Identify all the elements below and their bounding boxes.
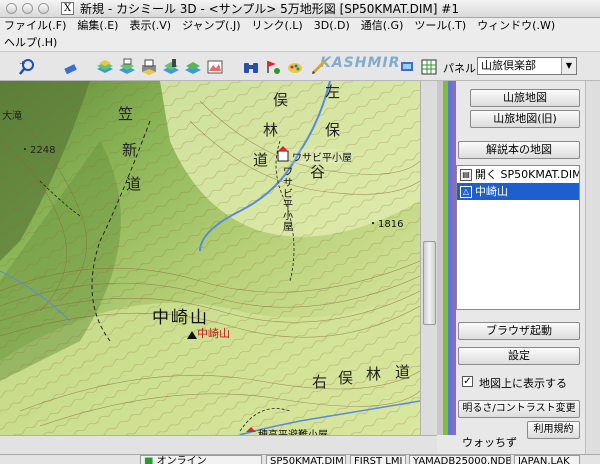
kashmir-watermark: KASHMIR	[320, 55, 401, 71]
map-list[interactable]: ▤ 開く SP50KMAT.DIM △ 中崎山	[456, 165, 580, 310]
paint-icon[interactable]	[286, 58, 304, 76]
menu-item[interactable]: 編集(.E)	[77, 18, 118, 34]
binoculars-icon[interactable]	[242, 58, 260, 76]
map-label: 左	[325, 83, 341, 101]
map-view[interactable]: 左 保 俣 林 道 谷 笠 新 道 大滝 ・2248 ワサビ平小屋 ワサビ平小屋…	[0, 81, 420, 435]
menu-item[interactable]: ツール(.T)	[414, 18, 466, 34]
map-label: 道	[253, 151, 269, 169]
status-file: SP50KMAT.DIM	[266, 455, 346, 464]
list-item[interactable]: △ 中崎山	[457, 183, 579, 200]
title-bar: X 新規 - カシミール 3D - <サンプル> 5万地形図 [SP50KMAT…	[0, 0, 600, 18]
panel-select[interactable]: 山旅倶楽部 ▼	[477, 57, 577, 75]
topographic-map	[0, 81, 420, 435]
sanryo-map-old-button[interactable]: 山旅地図(旧)	[470, 110, 580, 128]
menu-item[interactable]: 表示(.V)	[129, 18, 171, 34]
mountain-icon: △	[460, 185, 472, 198]
toolbar: KASHMIR + パネル 山旅倶楽部 ▼	[0, 53, 600, 81]
map-label: 俣	[338, 369, 354, 387]
settings-button[interactable]: 設定	[458, 347, 580, 365]
status-online: ■ オンライン	[140, 455, 262, 464]
layers-icon[interactable]	[96, 58, 114, 76]
map-label: 新	[122, 141, 138, 159]
svg-text:+: +	[19, 59, 26, 68]
online-icon: ■	[144, 456, 157, 464]
sanryo-map-button[interactable]: 山旅地図	[470, 89, 580, 107]
print-icon[interactable]	[140, 58, 158, 76]
menu-item[interactable]: ヘルプ(.H)	[4, 35, 57, 51]
map-label: 道	[126, 175, 142, 193]
elevation-label: ・2248	[20, 145, 56, 156]
gps-icon[interactable]	[398, 58, 416, 76]
window-title: 新規 - カシミール 3D - <サンプル> 5万地形図 [SP50KMAT.D…	[80, 2, 459, 16]
menu-item[interactable]: ファイル(.F)	[4, 18, 66, 34]
hut-label: ワサビ平小屋	[292, 149, 352, 164]
list-item[interactable]: ▤ 開く SP50KMAT.DIM	[457, 166, 579, 183]
peak-label-red: 中崎山	[197, 327, 230, 340]
list-item-label: 中崎山	[475, 185, 508, 198]
status-online-text: オンライン	[156, 456, 207, 464]
hut-label: 穂高平避難小屋	[258, 426, 328, 435]
map-label: 笠	[118, 105, 134, 123]
scrollbar-thumb[interactable]	[423, 241, 436, 325]
browser-launch-button[interactable]: ブラウザ起動	[458, 322, 580, 340]
guide-map-button[interactable]: 解説本の地図	[458, 141, 580, 159]
app-icon: X	[61, 2, 74, 15]
grid-icon[interactable]	[420, 58, 438, 76]
map-label: 谷	[310, 163, 326, 181]
map-label: 右	[312, 373, 328, 391]
zoom-window-button[interactable]	[38, 3, 49, 14]
map-vertical-scrollbar[interactable]	[420, 81, 437, 435]
map-color-icon[interactable]	[184, 58, 202, 76]
panel-label: パネル	[443, 62, 476, 75]
layers-print-icon[interactable]	[118, 58, 136, 76]
show-on-map-checkbox[interactable]: ✓	[462, 376, 473, 387]
panel-select-value: 山旅倶楽部	[481, 59, 536, 72]
elevation-label: ・1816	[368, 219, 404, 230]
map-label: 道	[395, 363, 411, 381]
menu-item[interactable]: 通信(.G)	[361, 18, 404, 34]
list-item-label: 開く SP50KMAT.DIM	[475, 168, 579, 181]
menu-item[interactable]: ジャンプ(.J)	[182, 18, 240, 34]
map-label: 保	[325, 121, 341, 139]
terrain-color-icon[interactable]	[206, 58, 224, 76]
menu-item[interactable]: 3D(.D)	[314, 18, 350, 34]
brightness-contrast-button[interactable]: 明るさ/コントラスト変更	[458, 400, 580, 418]
map-label: 大滝	[2, 111, 22, 122]
layer-edit-icon[interactable]	[162, 58, 180, 76]
minimize-window-button[interactable]	[22, 3, 33, 14]
map-label: 林	[366, 365, 382, 383]
folder-icon: ▤	[460, 168, 472, 181]
watch-label: ウォッちず	[462, 436, 517, 449]
status-layer: FIRST LMI	[350, 455, 406, 464]
chevron-down-icon: ▼	[561, 58, 576, 74]
menu-bar: ファイル(.F) 編集(.E) 表示(.V) ジャンプ(.J) リンク(.L) 3D(.D…	[0, 18, 600, 52]
menu-item[interactable]: リンク(.L)	[252, 18, 303, 34]
menu-item[interactable]: ウィンドウ(.W)	[477, 18, 555, 34]
hut-label-vertical: ワサビ平小屋	[283, 167, 293, 233]
pencil-icon[interactable]	[310, 58, 328, 76]
status-region: JAPAN.LAK	[514, 455, 580, 464]
map-horizontal-scrollbar[interactable]	[0, 435, 437, 454]
status-dataset: YAMADB25000.NDB	[409, 455, 511, 464]
show-on-map-label: 地図上に表示する	[479, 377, 567, 390]
terms-button[interactable]: 利用規約	[527, 421, 580, 439]
map-label: 俣	[273, 91, 289, 109]
panel-scrollbar[interactable]	[585, 81, 600, 464]
marker-icon[interactable]	[264, 58, 282, 76]
window-controls	[6, 3, 49, 14]
eraser-icon[interactable]	[62, 58, 80, 76]
map-label: 林	[263, 121, 279, 139]
zoom-icon[interactable]: +	[18, 58, 36, 76]
close-window-button[interactable]	[6, 3, 17, 14]
